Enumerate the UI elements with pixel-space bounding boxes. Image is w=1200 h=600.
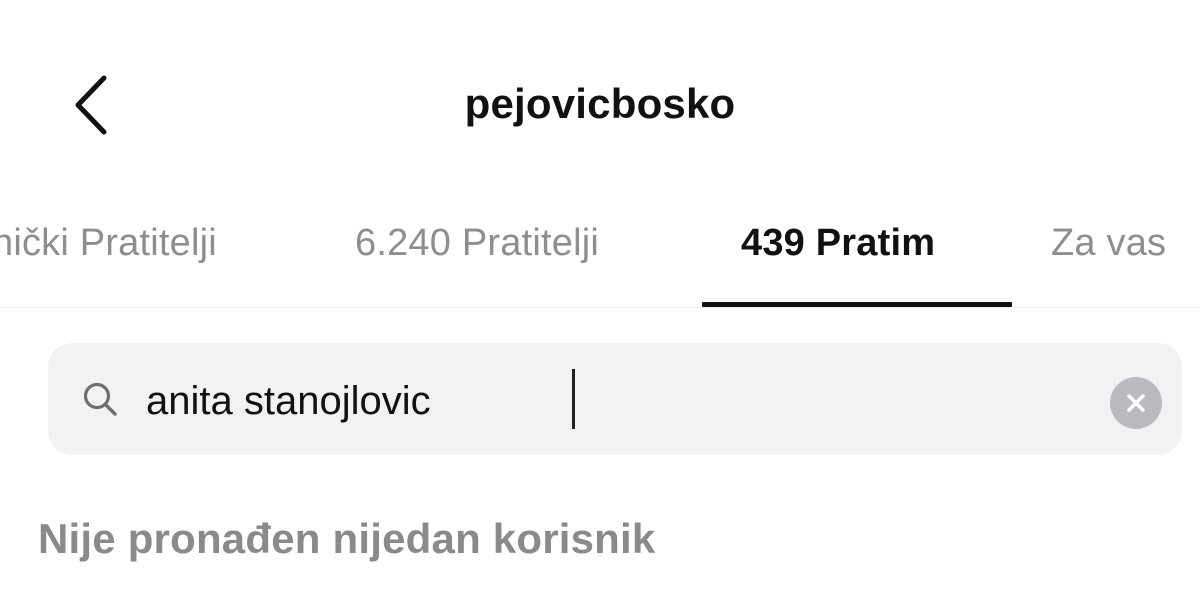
search-bar[interactable]: [48, 343, 1182, 455]
text-cursor: [572, 369, 575, 429]
tab-followers[interactable]: 6.240 Pratitelji: [355, 222, 599, 265]
search-input[interactable]: [146, 373, 1046, 429]
clear-icon: [1127, 394, 1145, 412]
page-title: pejovicbosko: [464, 80, 736, 127]
clear-search-button[interactable]: [1110, 377, 1162, 429]
active-tab-indicator: [702, 302, 1012, 307]
search-icon: [83, 382, 117, 416]
tab-for-you[interactable]: Za vas: [1051, 222, 1166, 265]
tab-bar: nički Pratitelji 6.240 Pratitelji 439 Pr…: [0, 210, 1200, 308]
tab-following[interactable]: 439 Pratim: [741, 222, 935, 265]
tab-mutual-followers[interactable]: nički Pratitelji: [0, 222, 217, 265]
following-screen: pejovicbosko nički Pratitelji 6.240 Prat…: [0, 0, 1200, 600]
no-results-message: Nije pronađen nijedan korisnik: [38, 515, 656, 562]
